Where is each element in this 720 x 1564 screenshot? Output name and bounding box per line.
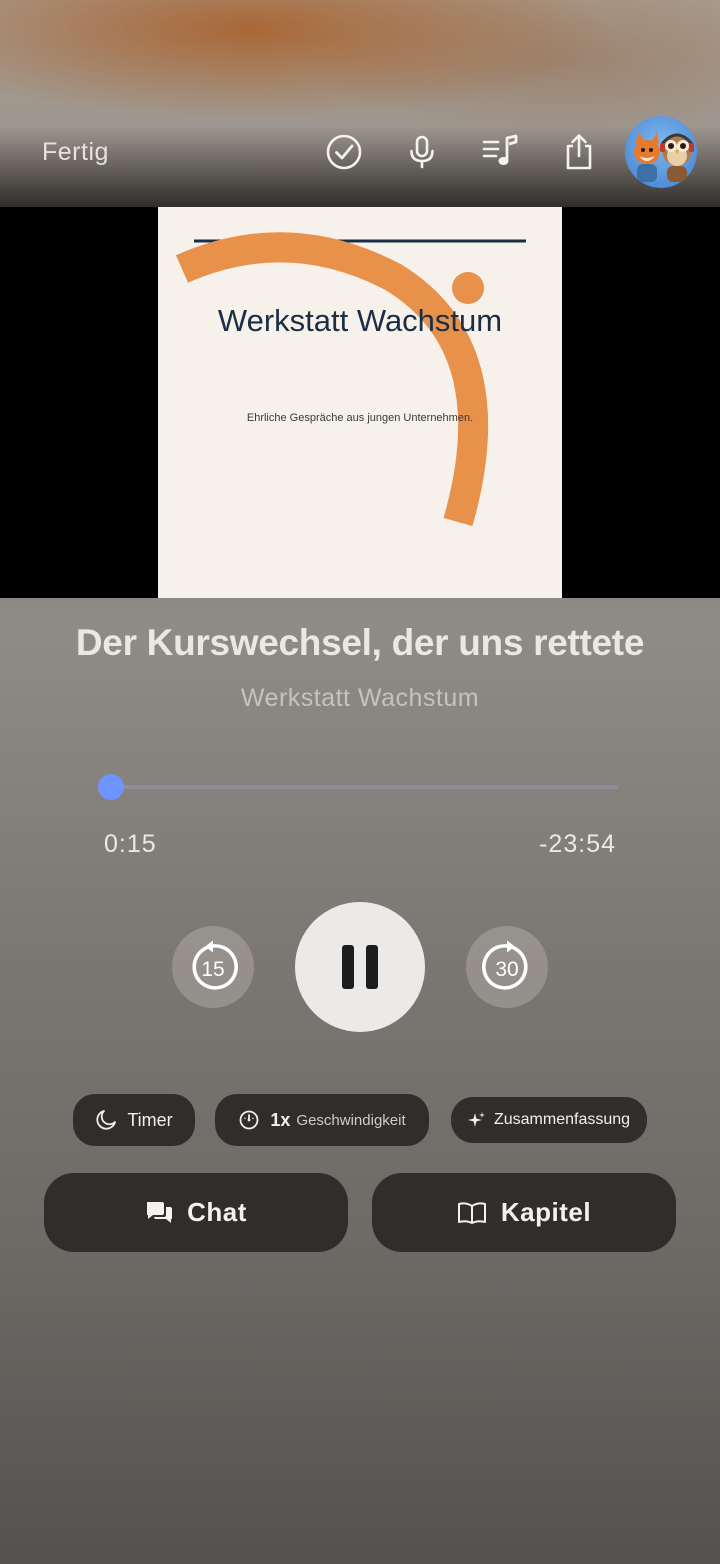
elapsed-time: 0:15	[104, 830, 157, 858]
skip-back-15-icon: 15	[192, 940, 238, 990]
podcast-name[interactable]: Werkstatt Wachstum	[0, 684, 720, 713]
book-icon	[457, 1201, 486, 1224]
summary-button[interactable]: Zusammenfassung	[451, 1097, 647, 1143]
top-bar: Fertig	[0, 110, 720, 200]
pause-button[interactable]	[295, 902, 425, 1032]
chapters-button[interactable]: Kapitel	[372, 1173, 676, 1252]
skip-forward-seconds: 30	[495, 958, 518, 981]
microphone-icon[interactable]	[402, 132, 442, 172]
speed-button[interactable]: 1x Geschwindigkeit	[215, 1094, 429, 1146]
queue-music-icon[interactable]	[480, 132, 520, 172]
speed-value: 1x	[270, 1109, 291, 1130]
speed-label: Geschwindigkeit	[296, 1111, 406, 1129]
remaining-time: -23:54	[539, 830, 616, 858]
chat-button[interactable]: Chat	[44, 1173, 348, 1252]
timer-button[interactable]: Timer	[73, 1094, 195, 1146]
share-icon[interactable]	[559, 132, 599, 172]
chapters-label: Kapitel	[500, 1197, 592, 1227]
episode-artwork: Werkstatt Wachstum Ehrliche Gespräche au…	[158, 207, 562, 598]
done-button[interactable]: Fertig	[42, 138, 109, 167]
progress-slider[interactable]	[98, 774, 618, 800]
skip-back-seconds: 15	[201, 958, 224, 981]
chat-bubbles-icon	[147, 1201, 173, 1223]
checkmark-circle-icon[interactable]	[324, 132, 364, 172]
timer-label: Timer	[127, 1109, 173, 1130]
sparkle-icon	[467, 1112, 485, 1127]
skip-back-button[interactable]: 15	[172, 926, 254, 1008]
artwork-title: Werkstatt Wachstum	[217, 303, 503, 338]
chat-label: Chat	[187, 1197, 247, 1227]
podcast-avatar[interactable]	[625, 116, 697, 188]
speedometer-icon	[239, 1110, 259, 1130]
pause-icon	[342, 945, 378, 989]
summary-label: Zusammenfassung	[493, 1111, 631, 1128]
moon-icon	[96, 1110, 117, 1130]
progress-thumb[interactable]	[98, 774, 125, 800]
episode-title: Der Kurswechsel, der uns rettete	[75, 622, 645, 663]
artwork-subtitle: Ehrliche Gespräche aus jungen Unternehme…	[246, 412, 474, 424]
skip-forward-30-icon: 30	[482, 940, 528, 990]
skip-forward-button[interactable]: 30	[466, 926, 548, 1008]
artwork-graphic	[175, 232, 526, 527]
